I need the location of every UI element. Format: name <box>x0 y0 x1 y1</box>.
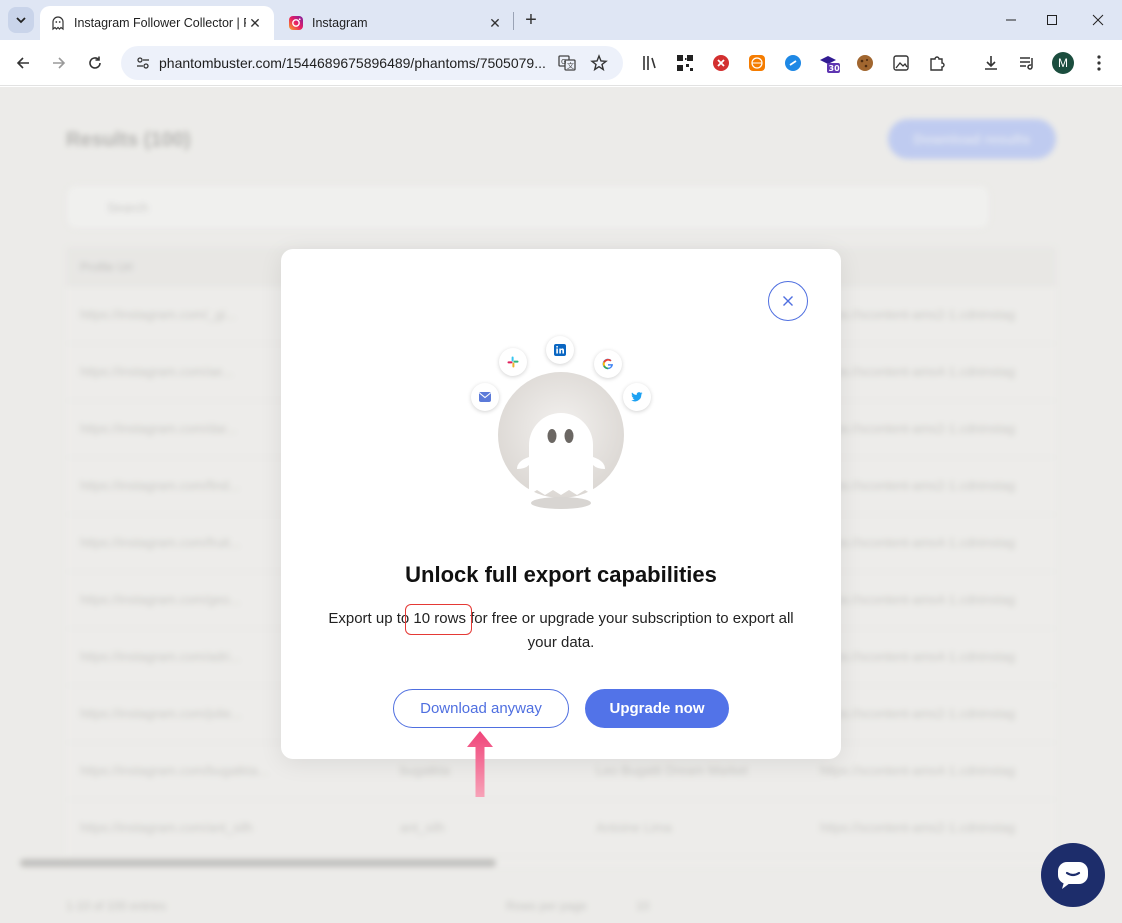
tab-search-button[interactable] <box>8 7 34 33</box>
tab-close-icon[interactable]: ✕ <box>486 14 504 32</box>
graduation-cap-extension-icon[interactable]: 30 <box>818 52 840 74</box>
rows-limit-highlight-box <box>405 604 472 635</box>
browser-toolbar: phantombuster.com/1544689675896489/phant… <box>0 40 1122 86</box>
tab-title: Instagram Follower Collector | P <box>74 16 246 30</box>
back-arrow-icon[interactable] <box>10 50 36 76</box>
annotation-arrow-icon <box>467 731 493 797</box>
tab-instagram[interactable]: Instagram ✕ <box>280 6 512 40</box>
puzzle-extensions-icon[interactable] <box>926 52 948 74</box>
new-tab-plus-icon[interactable]: + <box>520 9 542 31</box>
forward-arrow-icon[interactable] <box>46 50 72 76</box>
chat-launcher-button[interactable] <box>1041 843 1105 907</box>
export-upgrade-modal: Unlock full export capabilities Export u… <box>281 249 841 759</box>
tab-close-icon[interactable]: ✕ <box>246 14 264 32</box>
chat-bubble-icon <box>1058 862 1088 889</box>
minimize-icon[interactable] <box>997 8 1025 32</box>
extension-badge: 30 <box>829 64 841 73</box>
phantom-ghost-icon <box>52 16 64 31</box>
twitter-icon <box>623 383 651 411</box>
modal-close-button[interactable] <box>768 281 808 321</box>
modal-title: Unlock full export capabilities <box>405 562 717 587</box>
instagram-icon <box>289 16 303 30</box>
download-icon[interactable] <box>980 52 1002 74</box>
upgrade-now-button[interactable]: Upgrade now <box>585 689 729 728</box>
globe-extension-icon[interactable] <box>746 52 768 74</box>
profile-avatar[interactable]: M <box>1052 52 1074 74</box>
download-anyway-button[interactable]: Download anyway <box>393 689 569 728</box>
more-menu-icon[interactable] <box>1088 52 1110 74</box>
tab-instagram-follower-collector[interactable]: Instagram Follower Collector | P ✕ <box>40 6 274 40</box>
media-queue-icon[interactable] <box>1016 52 1038 74</box>
url-text: phantombuster.com/1544689675896489/phant… <box>159 55 546 71</box>
cookie-extension-icon[interactable] <box>854 52 876 74</box>
desc-text-after: for free or upgrade your subscription to… <box>465 610 794 651</box>
slack-icon <box>499 348 527 376</box>
bookmark-star-icon[interactable] <box>589 53 609 73</box>
close-icon <box>783 296 793 306</box>
address-bar[interactable]: phantombuster.com/1544689675896489/phant… <box>121 46 623 80</box>
chevron-down-icon <box>16 17 26 24</box>
google-icon <box>594 350 622 378</box>
modal-description: Export up to 10 rows for free or upgrade… <box>315 607 807 655</box>
tab-title: Instagram <box>312 16 368 30</box>
svg-text:文: 文 <box>567 61 574 70</box>
blocker-extension-icon[interactable] <box>710 52 732 74</box>
svg-text:G: G <box>561 58 566 66</box>
maximize-icon[interactable] <box>1038 8 1066 32</box>
translate-icon[interactable]: G文 <box>557 53 577 73</box>
tab-separator <box>513 12 514 30</box>
desc-text-before: Export up to <box>328 610 414 627</box>
ghost-illustration <box>461 337 661 517</box>
browser-tab-bar: Instagram Follower Collector | P ✕ Insta… <box>0 0 1122 40</box>
linkedin-icon <box>546 336 574 364</box>
email-icon <box>471 383 499 411</box>
site-settings-icon[interactable] <box>133 53 153 73</box>
link-extension-icon[interactable] <box>782 52 804 74</box>
image-extension-icon[interactable] <box>890 52 912 74</box>
tools-extension-icon[interactable] <box>638 52 660 74</box>
close-window-icon[interactable] <box>1084 8 1112 32</box>
reload-icon[interactable] <box>82 50 108 76</box>
qr-code-icon[interactable] <box>674 52 696 74</box>
phantom-ghost-icon <box>498 372 624 509</box>
